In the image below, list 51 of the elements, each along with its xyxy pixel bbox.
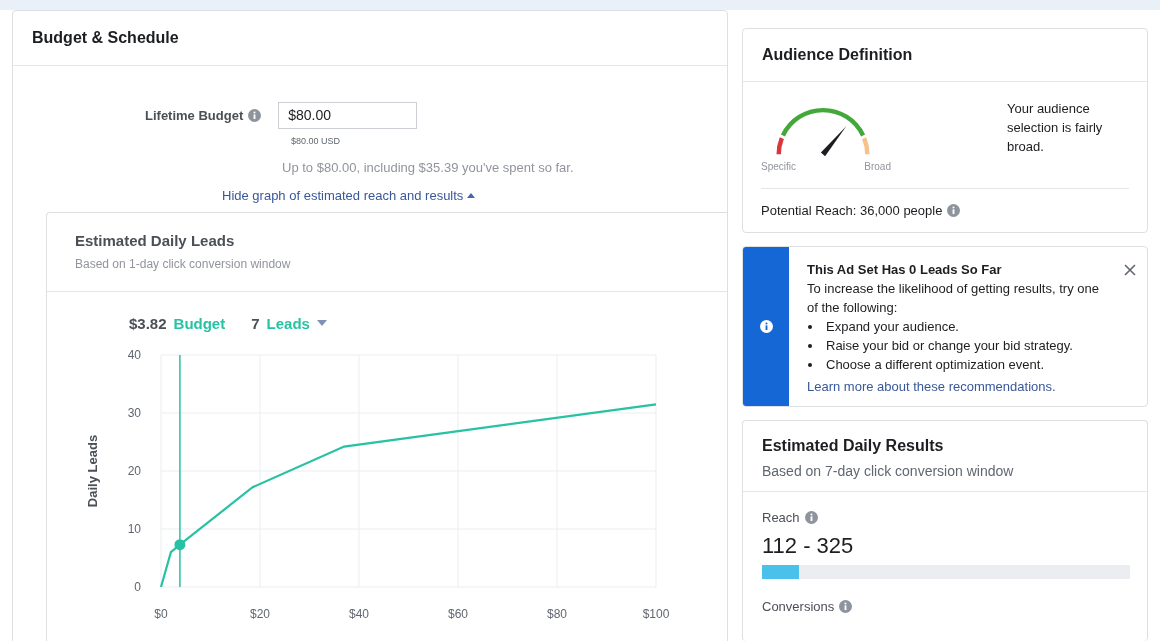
card-title: Audience Definition xyxy=(762,46,913,64)
tip-text: Choose a different optimization event. xyxy=(826,356,1044,374)
tip-text: Expand your audience. xyxy=(826,318,959,336)
tip-text: Raise your bid or change your bid strategy. xyxy=(826,337,1073,355)
currency-note: $80.00 USD xyxy=(290,136,342,146)
info-icon[interactable] xyxy=(839,600,853,613)
card-subtitle: Based on 7-day click conversion window xyxy=(762,463,1015,479)
bullet-icon xyxy=(808,362,812,367)
learn-more-link[interactable]: Learn more about these recommendations. xyxy=(807,377,1056,396)
x-tick-label: $100 xyxy=(642,607,670,621)
graph-subtitle: Based on 1-day click conversion window xyxy=(75,257,292,271)
card-title: Budget & Schedule xyxy=(32,29,179,47)
info-icon[interactable] xyxy=(947,204,961,217)
bullet-icon xyxy=(808,324,812,329)
close-icon[interactable] xyxy=(1124,264,1136,276)
field-label: Lifetime Budget xyxy=(145,107,244,123)
metric-label: Conversions xyxy=(762,599,835,614)
graph-title: Estimated Daily Leads xyxy=(75,232,236,249)
budget-value: $3.82 xyxy=(129,314,167,332)
leads-value: 7 xyxy=(251,314,260,332)
bullet-icon xyxy=(808,343,812,348)
x-tick-label: $80 xyxy=(547,607,567,621)
metric-value: 112 - 325 xyxy=(762,533,855,559)
alert-text: To increase the likelihood of getting results, try one of the following: xyxy=(807,280,1100,317)
card-title: Estimated Daily Results xyxy=(762,437,945,455)
y-tick-label: 10 xyxy=(127,522,141,536)
spend-note: Up to $80.00, including $35.39 you've spent so far. xyxy=(281,160,575,175)
budget-label: Budget xyxy=(173,314,226,332)
info-icon xyxy=(759,320,773,333)
potential-reach: Potential Reach: 36,000 people xyxy=(761,203,943,218)
y-axis-label: Daily Leads xyxy=(85,434,100,508)
caret-down-icon xyxy=(316,320,327,326)
audience-description: Your audience selection is fairly broad. xyxy=(1007,100,1104,156)
alert-title: This Ad Set Has 0 Leads So Far xyxy=(807,261,1003,279)
gauge-high-label: Broad xyxy=(864,161,891,172)
y-tick-label: 30 xyxy=(127,406,141,420)
budget-input[interactable]: $80.00 xyxy=(278,101,418,129)
x-tick-label: $60 xyxy=(448,607,468,621)
gauge-low-label: Specific xyxy=(761,161,796,172)
y-tick-label: 20 xyxy=(127,464,141,478)
metric-label: Reach xyxy=(762,510,800,525)
y-tick-label: 40 xyxy=(127,348,141,362)
info-icon[interactable] xyxy=(248,108,262,122)
info-icon[interactable] xyxy=(804,511,818,524)
x-tick-label: $40 xyxy=(349,607,369,621)
caret-up-icon xyxy=(467,193,476,198)
y-tick-label: 0 xyxy=(134,580,141,594)
x-tick-label: $0 xyxy=(154,607,168,621)
x-tick-label: $20 xyxy=(250,607,270,621)
budget-marker[interactable] xyxy=(174,354,186,588)
hide-graph-link[interactable]: Hide graph of estimated reach and results xyxy=(222,188,476,203)
